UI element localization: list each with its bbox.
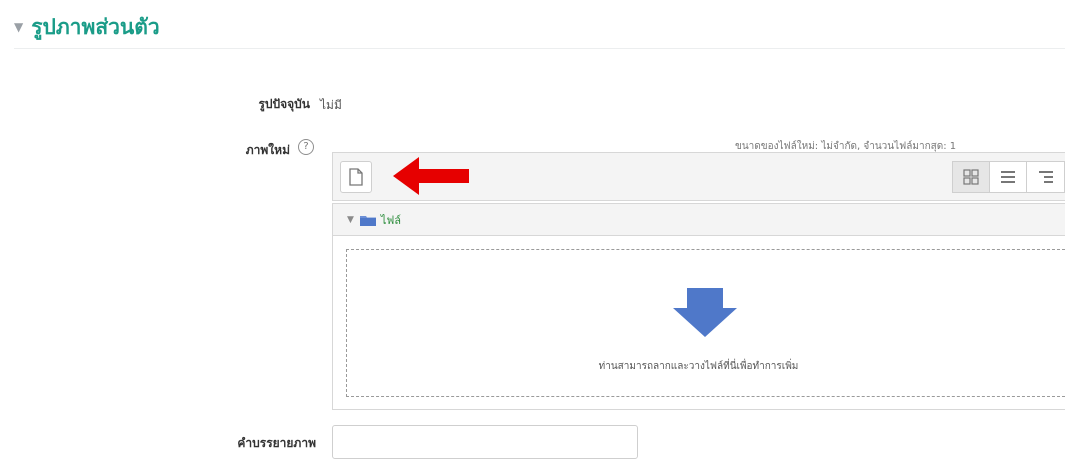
red-arrow-annotation-icon [393, 157, 469, 195]
current-picture-value: ไม่มี [320, 98, 342, 112]
folder-path-label[interactable]: ไฟล์ [381, 211, 401, 229]
grid-view-icon [963, 169, 979, 185]
drop-arrow-icon [673, 288, 737, 337]
tree-view-icon [1038, 171, 1053, 183]
list-view-icon [1001, 171, 1015, 183]
section-title: รูปภาพส่วนตัว [31, 14, 160, 39]
image-description-input[interactable] [332, 425, 638, 459]
folder-path-bar: ▼ ไฟล์ [332, 203, 1065, 236]
folder-toggle-icon[interactable]: ▼ [347, 215, 354, 225]
current-picture-label: รูปปัจจุบัน [258, 97, 310, 111]
view-list-button[interactable] [989, 161, 1028, 193]
view-mode-group [952, 161, 1065, 193]
view-tree-button[interactable] [1027, 161, 1065, 193]
add-file-icon [349, 168, 363, 186]
view-icons-button[interactable] [952, 161, 990, 193]
collapse-caret-icon[interactable]: ▼ [14, 20, 23, 34]
new-picture-label: ภาพใหม่ [245, 143, 290, 157]
image-description-label: คำบรรยายภาพ [237, 436, 316, 450]
dropzone-message: ท่านสามารถลากและวางไฟล์ที่นี่เพื่อทำการเ… [598, 361, 799, 372]
add-file-button[interactable] [340, 161, 372, 193]
folder-icon [359, 215, 376, 226]
section-header[interactable]: ▼ รูปภาพส่วนตัว [14, 10, 160, 44]
help-icon[interactable]: ? [298, 139, 314, 155]
section-divider [14, 48, 1065, 49]
